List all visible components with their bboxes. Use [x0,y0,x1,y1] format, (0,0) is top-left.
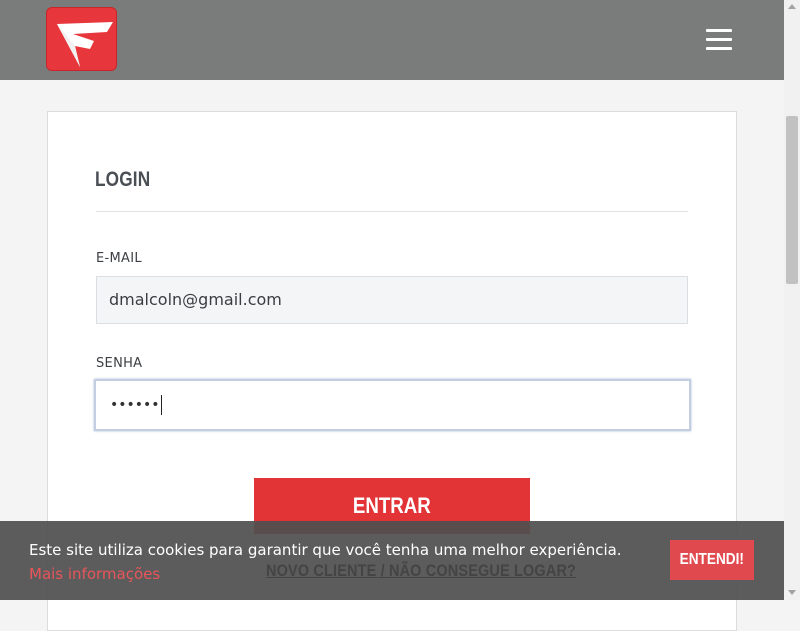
text-caret [160,395,162,415]
cookie-accept-label: ENTENDI! [679,551,745,568]
cookie-message: Este site utiliza cookies para garantir … [29,538,649,586]
page-scrollbar[interactable] [784,0,800,600]
brand-logo-icon[interactable] [46,7,117,71]
login-title: LOGIN [95,168,151,191]
scroll-thumb[interactable] [786,116,798,284]
title-divider [96,211,688,212]
password-value: •••••• [110,397,160,413]
cookie-message-text: Este site utiliza cookies para garantir … [29,541,622,559]
scroll-down-arrow-icon[interactable] [788,590,796,595]
email-label: E-MAIL [96,251,142,266]
top-header [0,0,784,80]
password-field[interactable]: •••••• [94,379,691,431]
cookie-more-info-link[interactable]: Mais informações [29,565,160,583]
scroll-up-arrow-icon[interactable] [788,4,796,9]
hamburger-menu-icon[interactable] [704,26,734,54]
password-label: SENHA [96,356,143,371]
email-field[interactable]: dmalcoln@gmail.com [96,276,688,324]
cookie-accept-button[interactable]: ENTENDI! [670,540,754,580]
